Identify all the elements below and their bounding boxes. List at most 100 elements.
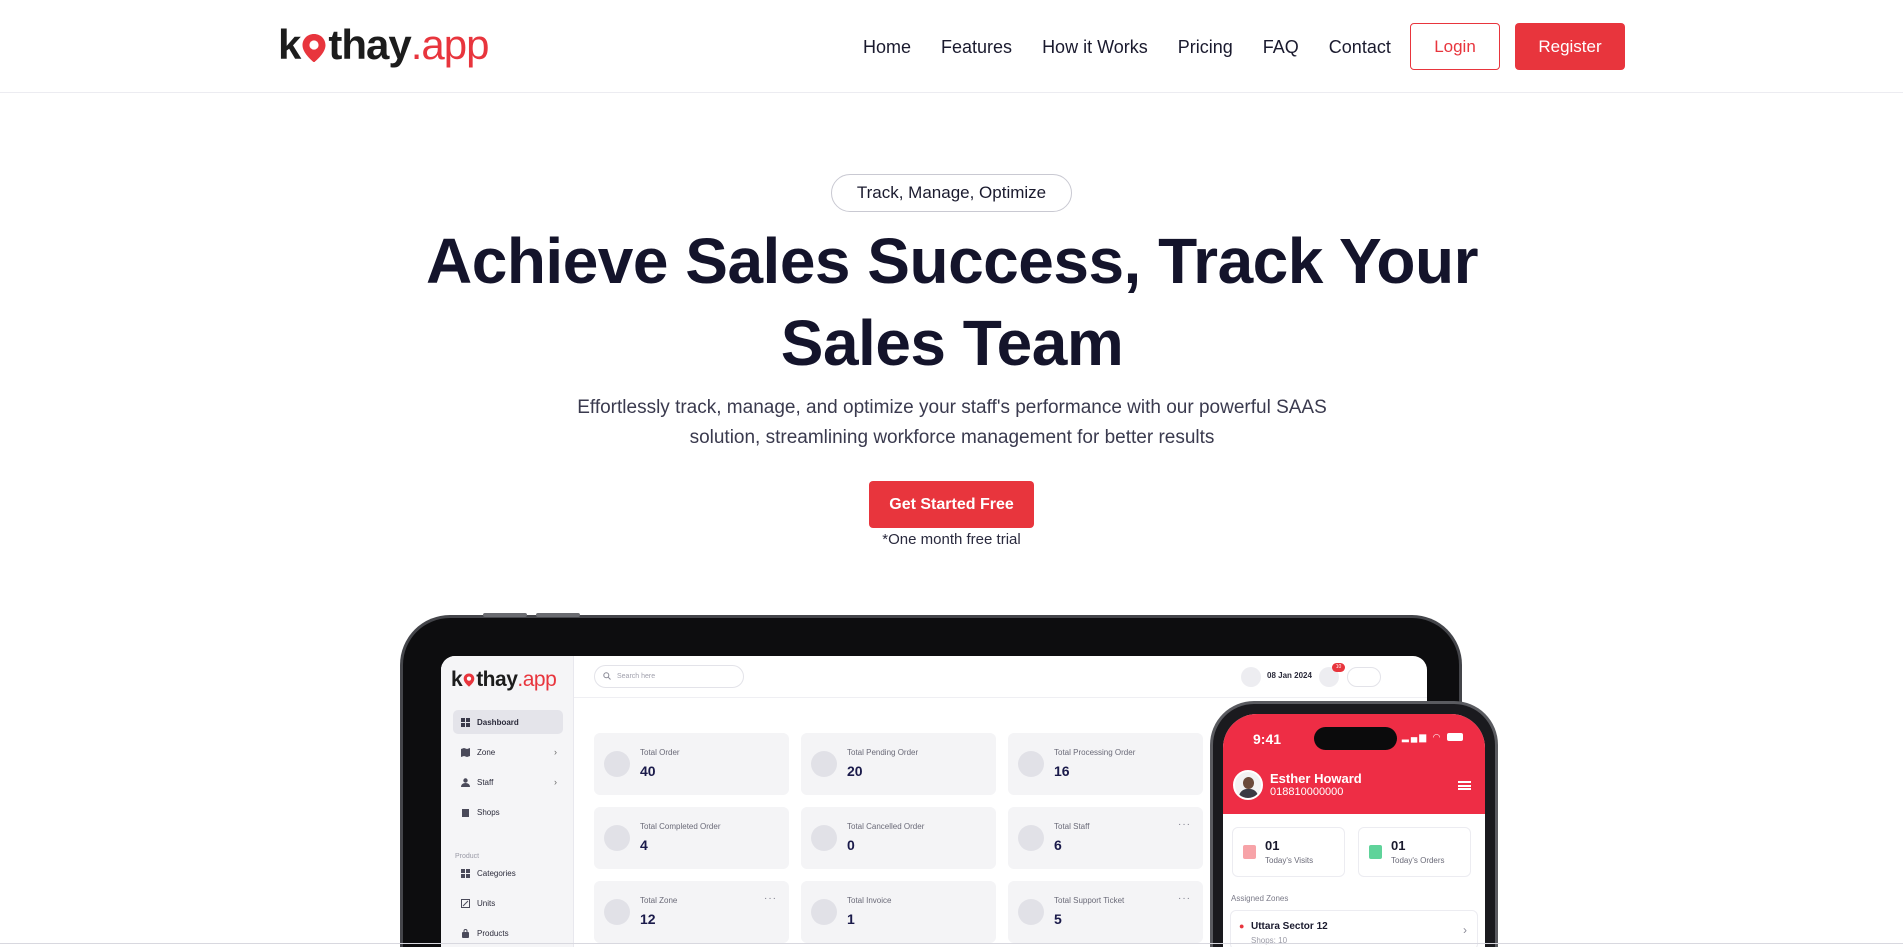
zone-name: Uttara Sector 12 <box>1251 921 1328 932</box>
stat-card[interactable]: Total Order 40 <box>594 733 789 795</box>
bag-icon <box>462 928 469 938</box>
user-icon <box>461 777 470 787</box>
map-icon <box>461 747 470 757</box>
hero-headline-line2: Sales Team <box>780 307 1124 379</box>
chevron-right-icon: › <box>554 747 557 757</box>
document-icon <box>1369 845 1382 859</box>
trial-note: *One month free trial <box>882 531 1021 548</box>
stat-card-icon <box>1018 751 1044 777</box>
stat-card-icon <box>1018 825 1044 851</box>
bell-icon[interactable]: 10 <box>1319 663 1345 687</box>
calendar-icon[interactable] <box>1241 667 1261 687</box>
logo-text-start: k <box>451 668 463 691</box>
page-divider <box>0 943 1903 944</box>
stat-card[interactable]: Total Staff 6 ··· <box>1008 807 1203 869</box>
login-button[interactable]: Login <box>1410 23 1500 70</box>
phone-header: 9:41 ▂▄▆ ◠ Esther Howard 018810000000 <box>1223 714 1485 814</box>
register-button[interactable]: Register <box>1515 23 1625 70</box>
stat-value: 01 <box>1265 838 1280 853</box>
dashboard-search-input[interactable]: Search here <box>594 665 744 688</box>
dashboard-topbar: Search here 08 Jan 2024 10 <box>574 656 1427 698</box>
sidebar-item-staff[interactable]: Staff › <box>453 770 563 794</box>
sidebar-item-products[interactable]: Products <box>453 921 563 945</box>
stat-card-label: Total Completed Order <box>640 822 721 831</box>
stat-card-value: 5 <box>1054 911 1062 927</box>
sidebar-item-label: Products <box>477 928 509 938</box>
stat-card[interactable]: Total Processing Order 16 <box>1008 733 1203 795</box>
language-selector[interactable] <box>1347 667 1381 687</box>
stat-card-icon <box>811 751 837 777</box>
stat-card-icon <box>811 899 837 925</box>
main-menu: Home Features How it Works Pricing FAQ C… <box>863 36 1421 58</box>
stat-card-value: 20 <box>847 763 863 779</box>
menu-icon[interactable] <box>1458 781 1471 790</box>
get-started-button[interactable]: Get Started Free <box>869 481 1034 528</box>
sidebar-item-label: Dashboard <box>477 717 519 727</box>
location-pin-icon: ● <box>1239 921 1245 931</box>
nav-contact[interactable]: Contact <box>1329 36 1391 58</box>
dashboard-sidebar: k thay.app Dashboard Zone › Staff › Shops… <box>441 656 574 947</box>
user-name: Esther Howard <box>1270 771 1362 786</box>
stat-today-orders[interactable]: 01 Today's Orders <box>1358 827 1471 877</box>
phone-mockup: 9:41 ▂▄▆ ◠ Esther Howard 018810000000 01… <box>1210 701 1498 947</box>
stat-card[interactable]: Total Support Ticket 5 ··· <box>1008 881 1203 943</box>
hero-subtitle-line2: solution, streamlining workforce managem… <box>689 427 1215 448</box>
stat-card-icon <box>604 751 630 777</box>
search-placeholder: Search here <box>617 673 656 680</box>
user-phone: 018810000000 <box>1270 786 1344 798</box>
stat-card-icon <box>811 825 837 851</box>
grid-icon <box>461 717 470 727</box>
sidebar-section-product: Product <box>455 853 480 860</box>
sidebar-item-shops[interactable]: Shops <box>453 800 563 824</box>
stat-card[interactable]: Total Pending Order 20 <box>801 733 996 795</box>
logo-text-mid: thay <box>476 668 518 691</box>
nav-features[interactable]: Features <box>941 36 1012 58</box>
stat-card[interactable]: Total Completed Order 4 <box>594 807 789 869</box>
stat-card[interactable]: Total Zone 12 ··· <box>594 881 789 943</box>
stat-today-visits[interactable]: 01 Today's Visits <box>1232 827 1345 877</box>
location-pin-icon <box>463 673 475 687</box>
nav-pricing[interactable]: Pricing <box>1178 36 1233 58</box>
status-icons: ▂▄▆ ◠ <box>1402 732 1463 743</box>
sidebar-item-categories[interactable]: Categories <box>453 861 563 885</box>
phone-time: 9:41 <box>1253 731 1282 747</box>
phone-screen: 9:41 ▂▄▆ ◠ Esther Howard 018810000000 01… <box>1223 714 1485 947</box>
more-options-icon[interactable]: ··· <box>1178 893 1191 904</box>
sidebar-item-dashboard[interactable]: Dashboard <box>453 710 563 734</box>
more-options-icon[interactable]: ··· <box>1178 819 1191 830</box>
stat-value: 01 <box>1391 838 1406 853</box>
location-pin-icon <box>301 33 327 63</box>
nav-home[interactable]: Home <box>863 36 911 58</box>
sidebar-item-zone[interactable]: Zone › <box>453 740 563 764</box>
shop-icon <box>462 808 469 817</box>
stat-card-value: 1 <box>847 911 855 927</box>
stat-card[interactable]: Total Cancelled Order 0 <box>801 807 996 869</box>
avatar[interactable] <box>1233 770 1263 800</box>
sidebar-item-units[interactable]: Units <box>453 891 563 915</box>
dashboard-logo: k thay.app <box>451 668 557 692</box>
stat-card-label: Total Support Ticket <box>1054 896 1125 905</box>
stat-card[interactable]: Total Invoice 1 <box>801 881 996 943</box>
nav-how-it-works[interactable]: How it Works <box>1042 36 1148 58</box>
notification-badge: 10 <box>1332 663 1345 672</box>
chevron-right-icon: › <box>1463 923 1467 937</box>
sidebar-item-label: Units <box>477 898 496 908</box>
tablet-button <box>536 613 580 617</box>
sidebar-item-label: Staff <box>477 777 494 787</box>
brand-logo[interactable]: k thay.app <box>278 20 489 70</box>
stat-card-label: Total Staff <box>1054 822 1090 831</box>
top-navbar: k thay.app Home Features How it Works Pri… <box>0 0 1903 93</box>
stat-card-label: Total Order <box>640 748 680 757</box>
shop-icon <box>1243 845 1256 859</box>
zone-list-item[interactable]: ● Uttara Sector 12 Shops: 10 › <box>1230 910 1478 947</box>
grid-icon <box>461 868 470 878</box>
stat-card-icon <box>1018 899 1044 925</box>
stat-card-label: Total Processing Order <box>1054 748 1136 757</box>
sidebar-item-label: Shops <box>477 807 500 817</box>
hero-subtitle-line1: Effortlessly track, manage, and optimize… <box>577 397 1327 418</box>
more-options-icon[interactable]: ··· <box>764 893 777 904</box>
stat-card-value: 4 <box>640 837 648 853</box>
nav-faq[interactable]: FAQ <box>1263 36 1299 58</box>
hero-tagline-pill: Track, Manage, Optimize <box>831 174 1072 212</box>
assigned-zones-label: Assigned Zones <box>1231 894 1289 903</box>
